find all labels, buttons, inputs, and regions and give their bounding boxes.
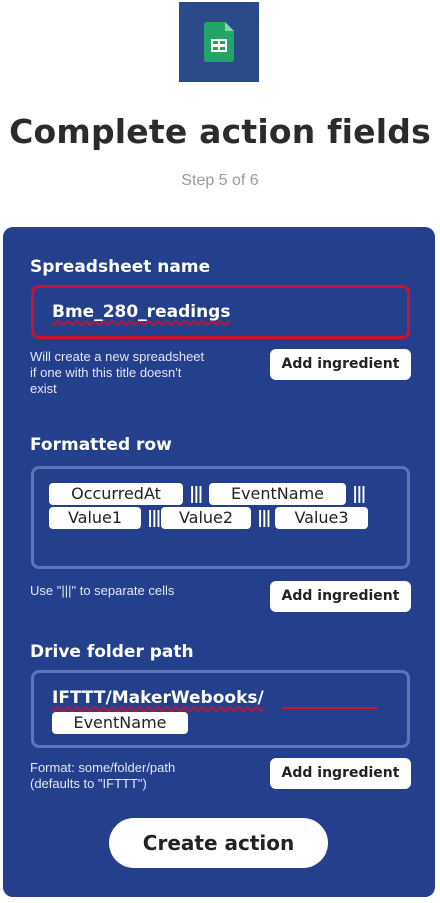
formatted-row-field[interactable]: OccurredAt ||| EventName ||| Value1 ||| … — [31, 466, 410, 569]
google-sheets-icon — [179, 2, 259, 82]
drive-folder-help-text: Format: some/folder/path (defaults to "I… — [30, 760, 175, 792]
create-action-button[interactable]: Create action — [109, 818, 328, 868]
ingredient-event-name[interactable]: EventName — [209, 483, 346, 505]
spreadsheet-help-text: Will create a new spreadsheet if one wit… — [30, 349, 204, 397]
step-indicator: Step 5 of 6 — [181, 172, 259, 189]
spreadsheet-name-value: Bme_280_readings — [52, 302, 230, 322]
spreadsheet-help-line: if one with this title doesn't — [30, 365, 182, 380]
spreadsheet-name-label: Spreadsheet name — [30, 257, 211, 277]
folder-help-line: (defaults to "IFTTT") — [30, 776, 147, 791]
sheets-logo-icon — [204, 22, 234, 62]
drive-folder-path-label: Drive folder path — [30, 642, 194, 662]
cell-separator: ||| — [257, 508, 272, 528]
spreadsheet-name-field[interactable]: Bme_280_readings — [31, 285, 410, 339]
cell-separator: ||| — [352, 484, 367, 504]
drive-folder-path-field[interactable]: IFTTT/MakerWebooks/ EventName — [31, 670, 410, 748]
ingredient-occurred-at[interactable]: OccurredAt — [49, 483, 183, 505]
add-ingredient-folder-button[interactable]: Add ingredient — [270, 758, 411, 789]
add-ingredient-row-button[interactable]: Add ingredient — [270, 581, 411, 612]
formatted-row-label: Formatted row — [30, 435, 172, 455]
cell-separator: ||| — [189, 484, 204, 504]
ingredient-value1[interactable]: Value1 — [49, 507, 141, 529]
folder-path-value: IFTTT/MakerWebooks/ — [52, 688, 264, 708]
action-fields-panel: Spreadsheet name Bme_280_readings Will c… — [3, 227, 435, 897]
ingredient-value2[interactable]: Value2 — [161, 507, 251, 529]
spellcheck-underline — [282, 707, 378, 709]
spreadsheet-help-line: Will create a new spreadsheet — [30, 349, 205, 364]
formatted-row-help-text: Use "|||" to separate cells — [30, 583, 175, 598]
folder-path-text: IFTTT/MakerWebooks/ — [52, 688, 264, 708]
ingredient-event-name[interactable]: EventName — [52, 712, 188, 734]
page-title: Complete action fields — [9, 112, 431, 151]
spreadsheet-help-line: exist — [30, 381, 57, 396]
cell-separator: ||| — [147, 508, 162, 528]
spreadsheet-name-text: Bme_280_readings — [52, 302, 231, 322]
folder-help-line: Format: some/folder/path — [30, 760, 176, 775]
ingredient-value3[interactable]: Value3 — [275, 507, 368, 529]
add-ingredient-spreadsheet-button[interactable]: Add ingredient — [270, 349, 411, 380]
